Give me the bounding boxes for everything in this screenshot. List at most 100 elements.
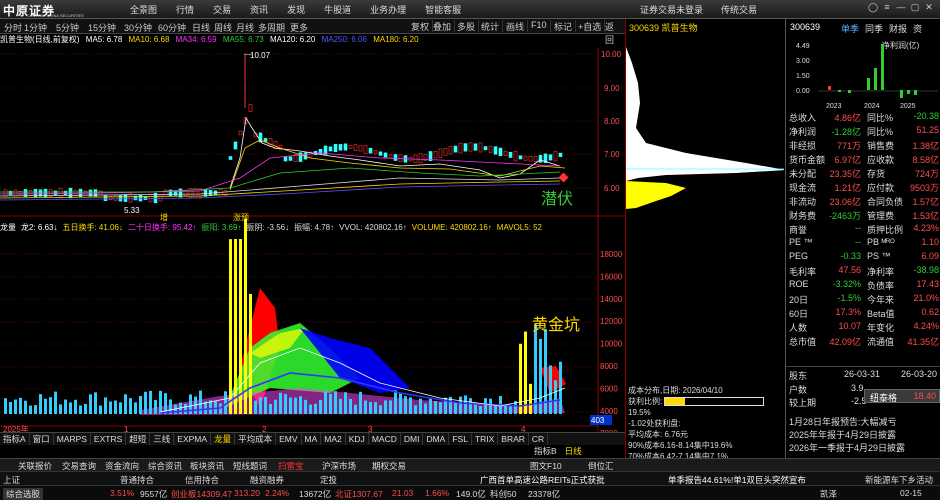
mini-tick: 1.50 bbox=[796, 73, 810, 80]
period-monthly[interactable]: 月线 bbox=[236, 21, 254, 34]
indicator-tab[interactable]: 龙量 bbox=[211, 433, 236, 445]
volume-bar bbox=[429, 398, 432, 414]
volume-bar bbox=[99, 405, 102, 414]
kline-chart[interactable]: 10.00 9.00 8.00 7.00 6.00 10.07 5.33 潜伏 … bbox=[0, 48, 625, 433]
candle bbox=[453, 145, 458, 153]
indicator-tab[interactable]: CR bbox=[529, 433, 549, 445]
period-more[interactable]: 更多 bbox=[290, 21, 308, 34]
maximize-icon[interactable]: ▢ bbox=[908, 2, 922, 13]
finance-label: 总市值 bbox=[789, 337, 817, 347]
menu-bull-road[interactable]: 牛股道 bbox=[324, 3, 351, 16]
finance-value: 21.0% bbox=[913, 293, 939, 303]
tool-multi[interactable]: 多股 bbox=[454, 20, 480, 32]
indicator-tab[interactable]: MA2 bbox=[321, 433, 346, 445]
indicator-tab[interactable]: MARPS bbox=[54, 433, 91, 445]
tool-mark[interactable]: 标记 bbox=[551, 20, 577, 32]
login-status[interactable]: 证券交易未登录 bbox=[640, 3, 703, 16]
minimize-icon[interactable]: — bbox=[894, 2, 908, 13]
volume-bar bbox=[459, 396, 462, 414]
volume-tick: 12000 bbox=[600, 317, 623, 326]
finance-value: 4.24% bbox=[913, 321, 939, 331]
candle bbox=[283, 156, 288, 162]
tool-overlay[interactable]: 叠加 bbox=[430, 20, 456, 32]
finance-label: PB ᴹᴿᴼ bbox=[867, 237, 895, 247]
finance-label: 未分配 bbox=[789, 169, 817, 179]
tab-daily[interactable]: 日线 bbox=[561, 445, 586, 457]
indicator-tab[interactable]: 指标A bbox=[0, 433, 30, 445]
period-multi[interactable]: 多周期 bbox=[258, 21, 285, 34]
candle bbox=[238, 130, 243, 136]
volume-bar bbox=[239, 239, 242, 414]
candle bbox=[393, 154, 398, 161]
indicator-tab[interactable]: BRAR bbox=[498, 433, 529, 445]
indicator-tab[interactable]: FSL bbox=[449, 433, 472, 445]
indicator-tab[interactable]: MACD bbox=[369, 433, 401, 445]
indicator-tab[interactable]: DMI bbox=[401, 433, 424, 445]
news-item[interactable]: 2026年一季报于4月29日披露 bbox=[789, 442, 905, 455]
tool-back[interactable]: 返回 bbox=[602, 20, 625, 45]
candle bbox=[53, 190, 58, 196]
menu-discover[interactable]: 发现 bbox=[287, 3, 305, 16]
volume-bar bbox=[19, 397, 22, 414]
news-item[interactable]: 1月28日年报预告:大幅减亏 bbox=[789, 416, 905, 429]
menu-icon[interactable]: ≡ bbox=[880, 2, 894, 13]
ma180-value: MA180: 6.20 bbox=[373, 35, 419, 44]
volume-bar bbox=[484, 398, 487, 414]
period-weekly[interactable]: 周线 bbox=[214, 21, 232, 34]
period-daily[interactable]: 日线 bbox=[192, 21, 210, 34]
period-15m[interactable]: 15分钟 bbox=[88, 21, 116, 34]
indicator-tab[interactable]: 平均成本 bbox=[235, 433, 277, 445]
menu-business[interactable]: 业务办理 bbox=[370, 3, 406, 16]
period-intraday[interactable]: 分时 bbox=[4, 21, 22, 34]
close-icon[interactable]: ✕ bbox=[922, 2, 936, 13]
tab-capital[interactable]: 资 bbox=[913, 22, 922, 35]
volume-bar bbox=[359, 391, 362, 414]
tool-stats[interactable]: 统计 bbox=[478, 20, 504, 32]
tab-same-quarter[interactable]: 同季 bbox=[865, 22, 883, 35]
indicator-tab[interactable]: MA bbox=[302, 433, 322, 445]
tab-report[interactable]: 财报 bbox=[889, 22, 907, 35]
tab-quarterly[interactable]: 单季 bbox=[841, 22, 859, 35]
period-5m[interactable]: 5分钟 bbox=[56, 21, 79, 34]
period-30m[interactable]: 30分钟 bbox=[124, 21, 152, 34]
indicator-tab[interactable]: DMA bbox=[423, 433, 450, 445]
volume-bar bbox=[474, 404, 477, 414]
period-60m[interactable]: 60分钟 bbox=[158, 21, 186, 34]
stock-tooltip[interactable]: 纽泰格 18.40 bbox=[864, 389, 940, 403]
menu-panorama[interactable]: 全景图 bbox=[130, 3, 157, 16]
finance-label: PE ™ bbox=[789, 237, 813, 247]
news-list: 1月28日年报预告:大幅减亏 2025年年报于4月29日披露 2026年一季报于… bbox=[789, 416, 905, 455]
tool-f10[interactable]: F10 bbox=[528, 20, 551, 32]
finance-value: 10.07 bbox=[838, 321, 861, 331]
tool-draw[interactable]: 画线 bbox=[503, 20, 529, 32]
finance-value: -20.38 bbox=[913, 111, 939, 121]
classic-trade-link[interactable]: 传统交易 bbox=[721, 3, 757, 16]
user-icon[interactable]: ◯ bbox=[866, 2, 880, 13]
tool-favorite[interactable]: +自选 bbox=[575, 20, 606, 32]
volume-bar bbox=[399, 392, 402, 414]
function-bar: 关联报价 交易查询 资金流向 综合资讯 板块资讯 短线题词 扫雷宝 沪深市场 期权交易 图文F10… bbox=[0, 458, 940, 471]
news-item[interactable]: 2025年年报于4月29日披露 bbox=[789, 429, 905, 442]
indicator-tab[interactable]: KDJ bbox=[346, 433, 369, 445]
ticker-value: 3.51% bbox=[110, 488, 135, 498]
tab-indicator-b[interactable]: 指标B bbox=[530, 445, 561, 457]
volume-bar bbox=[149, 390, 152, 414]
menu-news[interactable]: 资讯 bbox=[250, 3, 268, 16]
indicator-tab[interactable]: EXTRS bbox=[91, 433, 127, 445]
finance-value: -1.28亿 bbox=[831, 127, 861, 137]
screener-button[interactable]: 综合选股 bbox=[3, 488, 44, 500]
menu-service[interactable]: 智能客服 bbox=[425, 3, 461, 16]
indicator-tab[interactable]: 窗口 bbox=[30, 433, 54, 445]
indicator-tab[interactable]: 三线 bbox=[150, 433, 175, 445]
menu-quotes[interactable]: 行情 bbox=[176, 3, 194, 16]
indicator-tab[interactable]: TRIX bbox=[472, 433, 499, 445]
indicator-tab[interactable]: EMV bbox=[276, 433, 302, 445]
finance-value: 771万 bbox=[836, 141, 861, 151]
indicator-tab[interactable]: 超短 bbox=[126, 433, 151, 445]
volume-bar bbox=[534, 324, 537, 414]
ticker-value: 149.0亿 bbox=[456, 489, 486, 499]
menu-trade[interactable]: 交易 bbox=[213, 3, 231, 16]
volume-bar bbox=[339, 398, 342, 414]
indicator-tab[interactable]: EXPMA bbox=[174, 433, 212, 445]
period-1m[interactable]: 1分钟 bbox=[24, 21, 47, 34]
